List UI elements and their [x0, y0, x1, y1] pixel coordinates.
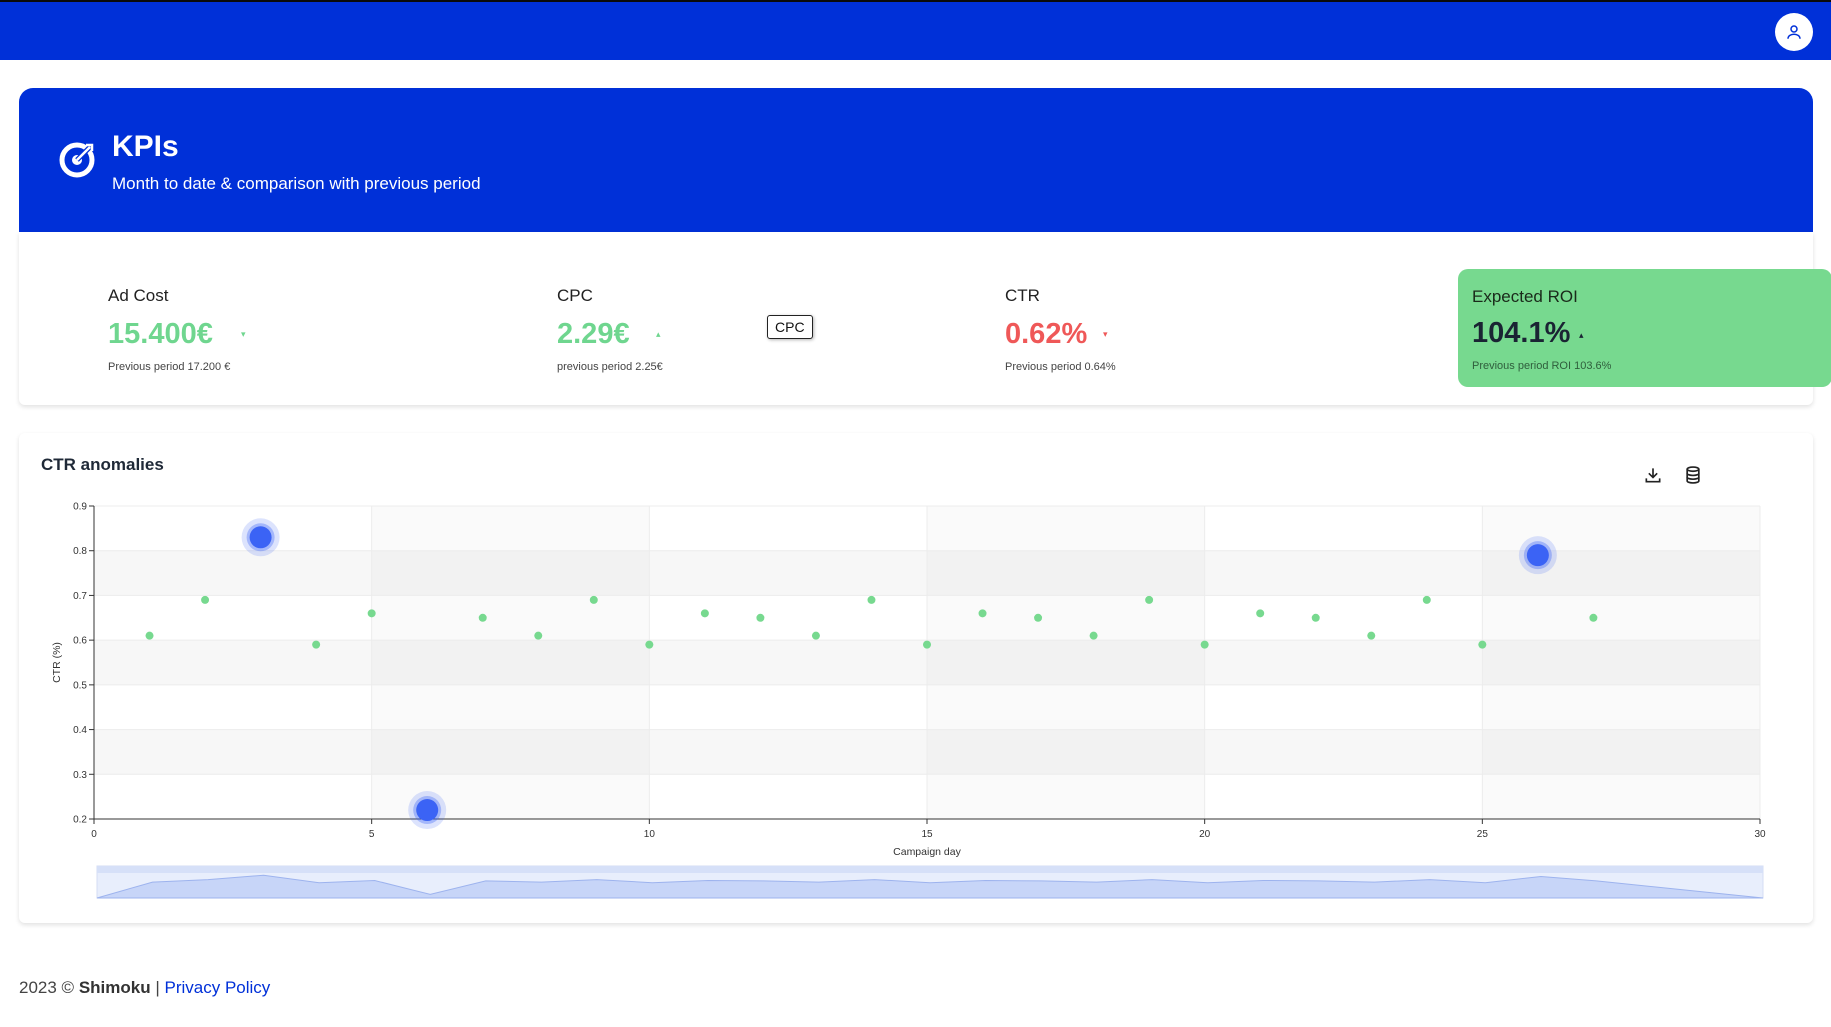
ctr-anomalies-chart: 0.2 0.3 0.4 0.5 0.6 0.7 0.8 0.9 0 5 10 15 20 25 30 Camp… [51, 502, 1766, 899]
data-point [1034, 613, 1043, 622]
data-point [1367, 631, 1376, 640]
y-tick-label: 0.7 [73, 591, 87, 602]
data-point [201, 595, 210, 604]
top-navbar [0, 0, 1831, 60]
y-tick-label: 0.9 [73, 502, 87, 513]
data-point [145, 631, 154, 640]
data-point [756, 613, 765, 622]
kpi-previous: previous period 2.25€ [557, 361, 663, 373]
data-point [645, 640, 654, 649]
data-point [1422, 595, 1431, 604]
database-icon [1686, 466, 1700, 484]
data-point [978, 609, 987, 618]
y-tick-label: 0.4 [73, 725, 87, 736]
kpi-label: CTR [1005, 286, 1040, 305]
kpi-panel: Ad Cost 15.400€ ▾ Previous period 17.200… [19, 232, 1831, 405]
kpi-value: 0.62% [1005, 318, 1088, 350]
data-point [478, 613, 487, 622]
data-point [1145, 595, 1154, 604]
zoom-slider-handle-bar [97, 866, 1763, 873]
y-tick-label: 0.2 [73, 815, 87, 826]
data-point [1256, 609, 1265, 618]
kpi-label: Expected ROI [1472, 287, 1578, 306]
kpi-label: Ad Cost [108, 286, 169, 305]
data-point [811, 631, 820, 640]
kpi-label: CPC [557, 286, 593, 305]
data-point [367, 609, 376, 618]
anomaly-point [249, 526, 272, 549]
brand-name: Shimoku [78, 978, 151, 997]
data-point [1089, 631, 1098, 640]
y-tick-label: 0.3 [73, 770, 87, 781]
x-tick-label: 20 [1199, 829, 1211, 840]
trend-down-icon: ▾ [241, 329, 246, 339]
trend-down-icon: ▾ [1103, 329, 1108, 339]
page-title: KPIs [112, 130, 179, 163]
x-axis-label: Campaign day [893, 846, 961, 858]
plot-band [927, 506, 1205, 819]
data-point [589, 595, 598, 604]
page-subtitle: Month to date & comparison with previous… [112, 174, 481, 193]
kpi-value: 104.1% [1472, 317, 1571, 349]
kpi-previous: Previous period 17.200 € [108, 361, 231, 373]
y-tick-label: 0.5 [73, 680, 87, 691]
footer: 2023 © Shimoku | Privacy Policy [19, 978, 270, 998]
plot-band [372, 506, 650, 819]
kpi-previous: Previous period 0.64% [1005, 361, 1116, 373]
x-tick-label: 25 [1477, 829, 1489, 840]
x-tick-label: 5 [369, 829, 375, 840]
footer-separator: | [155, 978, 160, 997]
trend-up-icon: ▴ [656, 329, 661, 339]
data-point [867, 595, 876, 604]
ctr-anomalies-card: 0.2 0.3 0.4 0.5 0.6 0.7 0.8 0.9 0 5 10 15 20 25 30 Camp… [19, 433, 1813, 923]
y-axis-label: CTR (%) [51, 642, 63, 683]
x-tick-label: 15 [921, 829, 933, 840]
kpi-value: 2.29€ [557, 318, 630, 350]
data-point [312, 640, 321, 649]
y-tick-label: 0.8 [73, 546, 87, 557]
y-tick-label: 0.6 [73, 636, 87, 647]
data-point [1478, 640, 1487, 649]
data-point [1589, 613, 1598, 622]
chart-title: CTR anomalies [41, 455, 164, 474]
data-point [700, 609, 709, 618]
kpi-expected-roi: Expected ROI 104.1% ▴ Previous period RO… [1458, 269, 1831, 387]
kpi-previous: Previous period ROI 103.6% [1472, 360, 1612, 372]
target-icon [59, 142, 95, 178]
hover-tooltip: CPC [767, 315, 813, 339]
anomaly-point [416, 799, 439, 822]
kpi-header-banner: KPIs Month to date & comparison with pre… [19, 88, 1813, 232]
data-point [1311, 613, 1320, 622]
download-icon [1645, 468, 1661, 483]
download-button[interactable] [1643, 465, 1665, 487]
privacy-policy-link[interactable]: Privacy Policy [165, 978, 271, 997]
anomaly-point [1526, 544, 1549, 567]
trend-up-icon: ▴ [1579, 330, 1584, 340]
x-tick-label: 10 [644, 829, 656, 840]
copyright-text: 2023 © [19, 978, 75, 997]
kpi-value: 15.400€ [108, 318, 213, 350]
user-icon [1787, 25, 1801, 39]
data-point [1200, 640, 1209, 649]
x-tick-label: 30 [1754, 829, 1766, 840]
data-view-button[interactable] [1683, 465, 1705, 487]
data-point [923, 640, 931, 649]
data-point [534, 631, 543, 640]
x-tick-label: 0 [91, 829, 97, 840]
user-avatar-button[interactable] [1775, 13, 1813, 51]
